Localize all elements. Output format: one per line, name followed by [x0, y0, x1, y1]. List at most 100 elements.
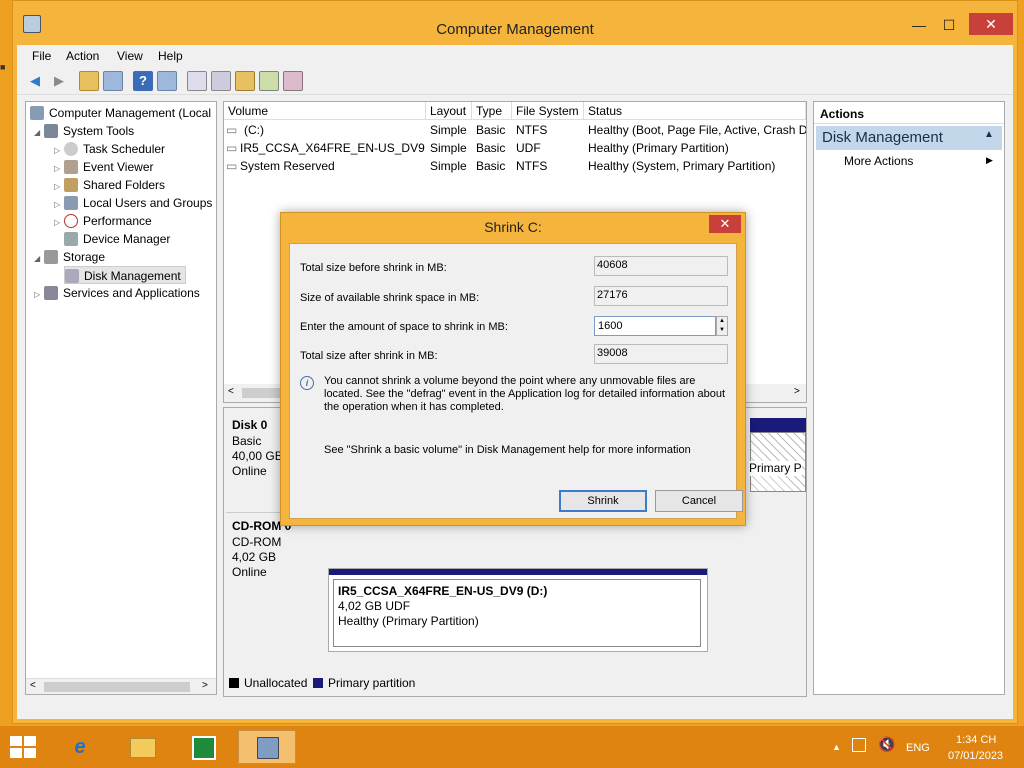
- partition-label: Primary P: [749, 461, 802, 476]
- forward-arrow-icon[interactable]: ▶: [49, 71, 69, 91]
- tree-item-system-tools[interactable]: ◢ System Tools: [34, 122, 134, 140]
- file-explorer-icon[interactable]: [122, 730, 162, 764]
- column-header-file-system[interactable]: File System: [512, 102, 584, 120]
- column-header-layout[interactable]: Layout: [426, 102, 472, 120]
- tree-item-event-viewer[interactable]: ▷ Event Viewer: [54, 158, 153, 176]
- actions-section-disk-management[interactable]: Disk Management ▲: [816, 126, 1002, 150]
- clock-date[interactable]: 07/01/2023: [948, 750, 1003, 762]
- menu-help[interactable]: Help: [158, 49, 183, 63]
- menu-action[interactable]: Action: [66, 49, 99, 63]
- tree-item-disk-management[interactable]: Disk Management: [64, 266, 186, 284]
- cell-status: Healthy (System, Primary Partition): [588, 159, 776, 173]
- menu-view[interactable]: View: [117, 49, 143, 63]
- actions-pane: Actions Disk Management ▲ More Actions ▶: [813, 101, 1005, 695]
- menu-file[interactable]: File: [32, 49, 51, 63]
- disk0-type: Basic: [232, 434, 262, 448]
- scroll-thumb[interactable]: [44, 682, 190, 692]
- windows-logo-pane: [10, 736, 22, 746]
- more-actions-item[interactable]: More Actions ▶: [844, 154, 993, 168]
- table-row[interactable]: ▭ System Reserved Simple Basic NTFS Heal…: [224, 158, 806, 175]
- total-after-value: 39008: [594, 344, 728, 364]
- expand-triangle-icon[interactable]: ▷: [34, 286, 44, 304]
- info-text: You cannot shrink a volume beyond the po…: [324, 375, 726, 413]
- disk0-size: 40,00 GB: [232, 449, 283, 463]
- desktop-icon[interactable]: ■: [0, 62, 12, 76]
- shrink-amount-input[interactable]: [594, 316, 716, 336]
- partition-d[interactable]: IR5_CCSA_X64FRE_EN-US_DV9 (D:) 4,02 GB U…: [333, 579, 701, 647]
- show-hide-action-pane-icon[interactable]: [157, 71, 177, 91]
- start-button[interactable]: [10, 736, 38, 760]
- cell-volume: System Reserved: [240, 159, 335, 173]
- help-icon[interactable]: ?: [133, 71, 153, 91]
- tree-label: Local Users and Groups: [83, 196, 213, 210]
- spin-down-icon[interactable]: ▼: [717, 326, 727, 335]
- tree-item-shared-folders[interactable]: ▷ Shared Folders: [54, 176, 165, 194]
- title-bar[interactable]: Computer Management — ☐ ✕: [13, 1, 1017, 45]
- tree-label: System Tools: [63, 124, 135, 138]
- show-hidden-icons-icon[interactable]: ▲: [832, 742, 841, 752]
- tree-item-performance[interactable]: ▷ Performance: [54, 212, 152, 230]
- collapse-triangle-icon[interactable]: ◢: [34, 250, 44, 268]
- dialog-close-button[interactable]: ✕: [709, 215, 741, 233]
- language-indicator[interactable]: ENG: [906, 742, 930, 754]
- table-row[interactable]: ▭ IR5_CCSA_X64FRE_EN-US_DV9 (D:) Simple …: [224, 140, 806, 157]
- maximize-button[interactable]: ☐: [935, 15, 963, 35]
- clock-time[interactable]: 1:34 CH: [956, 734, 996, 746]
- column-header-volume[interactable]: Volume: [224, 102, 426, 120]
- cdrom-type: CD-ROM: [232, 535, 282, 549]
- search-icon[interactable]: [259, 71, 279, 91]
- tree-horizontal-scrollbar[interactable]: < >: [26, 678, 216, 694]
- tree-item-local-users[interactable]: ▷ Local Users and Groups: [54, 194, 212, 212]
- computer-management-glyph: [257, 737, 279, 759]
- collapse-up-icon[interactable]: ▲: [984, 129, 994, 140]
- cell-type: Basic: [476, 141, 506, 155]
- cancel-button[interactable]: Cancel: [655, 490, 743, 512]
- cell-volume: (C:): [244, 123, 264, 137]
- tree-item-device-manager[interactable]: Device Manager: [64, 230, 170, 248]
- cell-file-system: NTFS: [516, 159, 548, 173]
- shrink-amount-spinner[interactable]: ▲ ▼: [716, 316, 728, 336]
- cdrom-info[interactable]: CD-ROM 0 CD-ROM 4,02 GB Online: [226, 512, 326, 610]
- cell-volume: IR5_CCSA_X64FRE_EN-US_DV9 (D:): [240, 141, 426, 155]
- scroll-right-icon[interactable]: >: [794, 386, 800, 397]
- up-folder-icon[interactable]: [79, 71, 99, 91]
- windows-logo-pane: [24, 736, 36, 746]
- minimize-button[interactable]: —: [905, 15, 933, 35]
- tree-item-task-scheduler[interactable]: ▷ Task Scheduler: [54, 140, 165, 158]
- tree-item-root[interactable]: Computer Management (Local: [30, 104, 211, 122]
- tree-item-storage[interactable]: ◢ Storage: [34, 248, 105, 266]
- shrink-button[interactable]: Shrink: [559, 490, 647, 512]
- column-header-type[interactable]: Type: [472, 102, 512, 120]
- section-label: Disk Management: [822, 129, 943, 146]
- settings-icon[interactable]: [283, 71, 303, 91]
- connect-icon[interactable]: [187, 71, 207, 91]
- partition-c[interactable]: Primary P: [749, 432, 806, 492]
- store-icon[interactable]: [184, 730, 224, 764]
- open-folder-icon[interactable]: [235, 71, 255, 91]
- expand-triangle-icon[interactable]: ▷: [54, 214, 64, 232]
- computer-management-task-icon[interactable]: [238, 730, 296, 764]
- actions-header: Actions: [814, 102, 1004, 124]
- close-button[interactable]: ✕: [969, 13, 1013, 35]
- partition-name: IR5_CCSA_X64FRE_EN-US_DV9 (D:): [338, 584, 548, 598]
- network-icon[interactable]: [852, 738, 866, 752]
- partition-header-bar: [329, 569, 707, 575]
- volume-muted-icon[interactable]: 🔇: [878, 736, 895, 753]
- tree-label: Event Viewer: [83, 160, 154, 174]
- table-row[interactable]: ▭ (C:) Simple Basic NTFS Healthy (Boot, …: [224, 122, 806, 139]
- show-hide-tree-icon[interactable]: [103, 71, 123, 91]
- folder-shape: [130, 738, 156, 758]
- scroll-left-icon[interactable]: <: [30, 680, 36, 691]
- spin-up-icon[interactable]: ▲: [717, 317, 727, 326]
- drive-icon: ▭: [226, 123, 238, 137]
- tree-item-services[interactable]: ▷ Services and Applications: [34, 284, 200, 302]
- properties-icon[interactable]: [211, 71, 231, 91]
- disk0-name: Disk 0: [232, 418, 268, 432]
- shared-folder-icon: [64, 178, 78, 192]
- collapse-triangle-icon[interactable]: ◢: [34, 124, 44, 142]
- back-arrow-icon[interactable]: ◀: [25, 71, 45, 91]
- scroll-left-icon[interactable]: <: [228, 386, 234, 397]
- scroll-right-icon[interactable]: >: [202, 680, 208, 691]
- column-header-status[interactable]: Status: [584, 102, 806, 120]
- internet-explorer-icon[interactable]: e: [60, 730, 100, 764]
